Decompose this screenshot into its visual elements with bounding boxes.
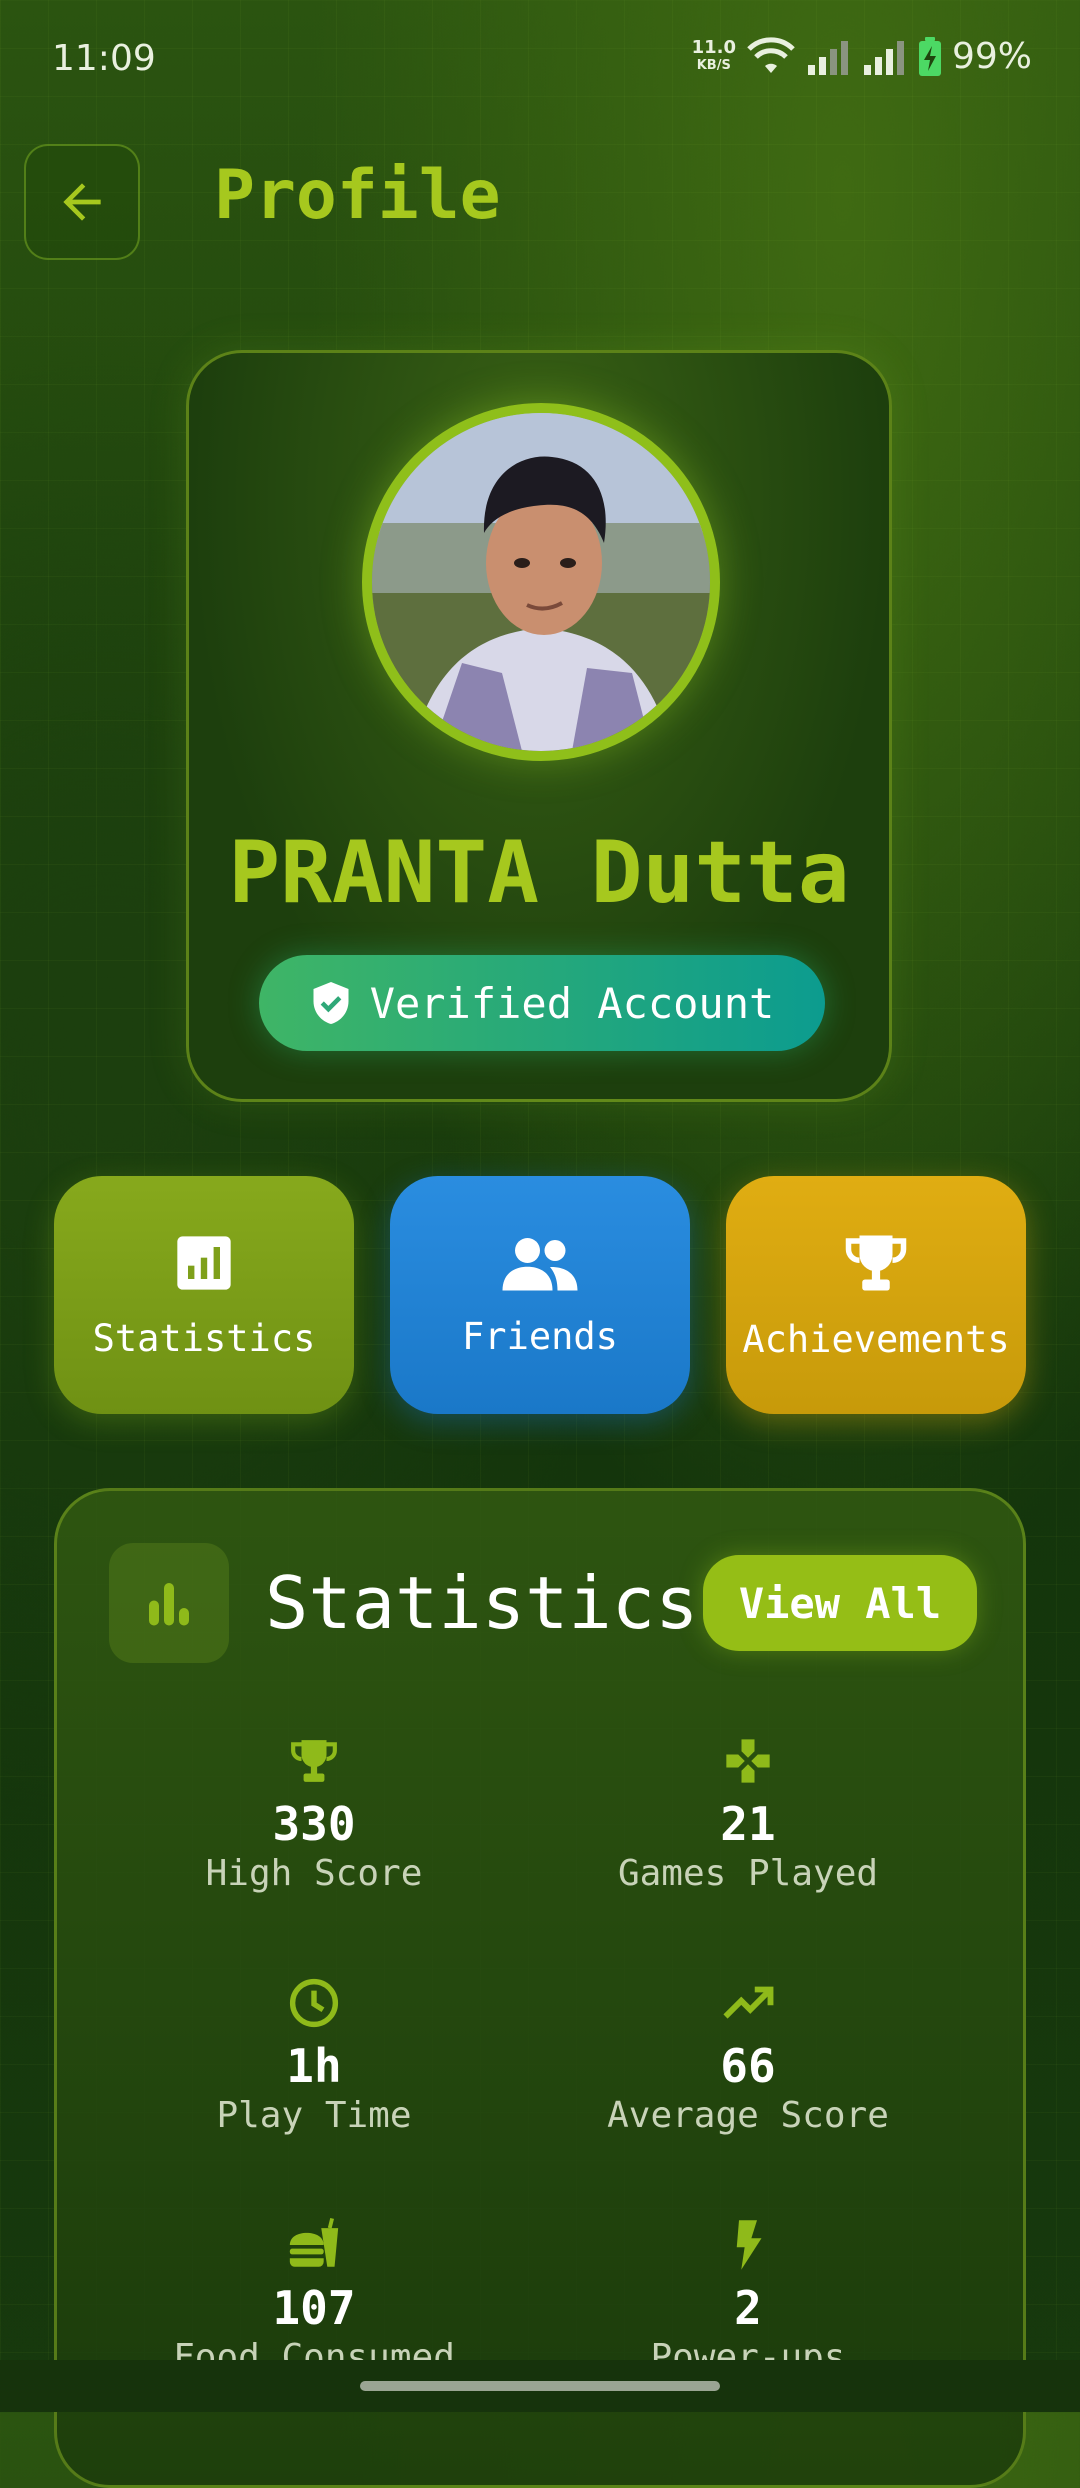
trophy-icon <box>845 1235 907 1290</box>
bar-chart-icon <box>149 1583 189 1626</box>
battery-icon <box>918 36 941 76</box>
stat-power-ups: 2 Power-ups <box>531 2215 965 2378</box>
stat-label: High Score <box>205 1853 423 1894</box>
gamepad-icon <box>726 1739 770 1783</box>
verified-shield-icon <box>313 982 349 1024</box>
status-icons: 11.0 KB/S 99% <box>692 36 1032 77</box>
stat-value: 1h <box>286 2039 342 2093</box>
signal-icon-2 <box>863 40 904 75</box>
statistics-tile-label: Statistics <box>92 1316 316 1360</box>
trophy-icon <box>291 1740 337 1782</box>
stat-average-score: 66 Average Score <box>531 1973 965 2136</box>
signal-icon <box>807 40 848 75</box>
home-indicator[interactable] <box>360 2381 720 2391</box>
battery-percent: 99% <box>951 36 1032 77</box>
stat-games-played: 21 Games Played <box>531 1731 965 1894</box>
clock-icon <box>289 1978 339 2028</box>
achievements-tile[interactable]: Achievements <box>726 1176 1026 1414</box>
stat-value: 330 <box>272 1797 356 1851</box>
network-speed-unit: KB/S <box>696 57 731 73</box>
bar-chart-icon <box>177 1235 231 1290</box>
friends-tile-label: Friends <box>462 1314 618 1358</box>
status-bar: 11:09 11.0 KB/S 99% <box>0 0 1080 120</box>
stat-value: 107 <box>272 2281 356 2335</box>
profile-card: PRANTA Dutta Verified Account <box>186 350 892 1102</box>
statistics-tile[interactable]: Statistics <box>54 1176 354 1414</box>
network-speed: 11.0 KB/S <box>691 36 736 75</box>
stat-label: Play Time <box>216 2095 412 2136</box>
back-button[interactable] <box>24 144 140 260</box>
statistics-card-icon <box>109 1543 229 1663</box>
people-icon <box>502 1237 578 1290</box>
stat-value: 21 <box>720 1797 776 1851</box>
bolt-icon <box>736 2220 762 2270</box>
stat-play-time: 1h Play Time <box>97 1973 531 2136</box>
page-title: Profile <box>214 156 501 235</box>
arrow-left-icon <box>63 183 101 221</box>
profile-name: PRANTA Dutta <box>228 823 850 923</box>
view-all-button[interactable]: View All <box>703 1555 977 1651</box>
statistics-card: Statistics View All 330 High Score 21 Ga <box>54 1488 1026 2488</box>
statistics-title: Statistics <box>265 1561 699 1645</box>
avatar-photo <box>372 413 710 751</box>
achievements-tile-label: Achievements <box>742 1317 1010 1361</box>
stat-label: Games Played <box>617 1853 879 1894</box>
fastfood-icon <box>289 2217 339 2267</box>
wifi-icon <box>747 36 795 73</box>
stat-high-score: 330 High Score <box>97 1731 531 1894</box>
verified-label: Verified Account <box>369 978 775 1028</box>
stat-label: Average Score <box>607 2095 889 2136</box>
stat-food-consumed: 107 Food Consumed <box>97 2215 531 2378</box>
stat-value: 66 <box>720 2039 776 2093</box>
stat-value: 2 <box>734 2281 762 2335</box>
verified-badge: Verified Account <box>259 955 825 1051</box>
status-time: 11:09 <box>52 38 156 79</box>
network-speed-value: 11.0 <box>691 36 736 58</box>
avatar[interactable] <box>362 403 720 761</box>
trending-up-icon <box>723 1986 774 2019</box>
friends-tile[interactable]: Friends <box>390 1176 690 1414</box>
